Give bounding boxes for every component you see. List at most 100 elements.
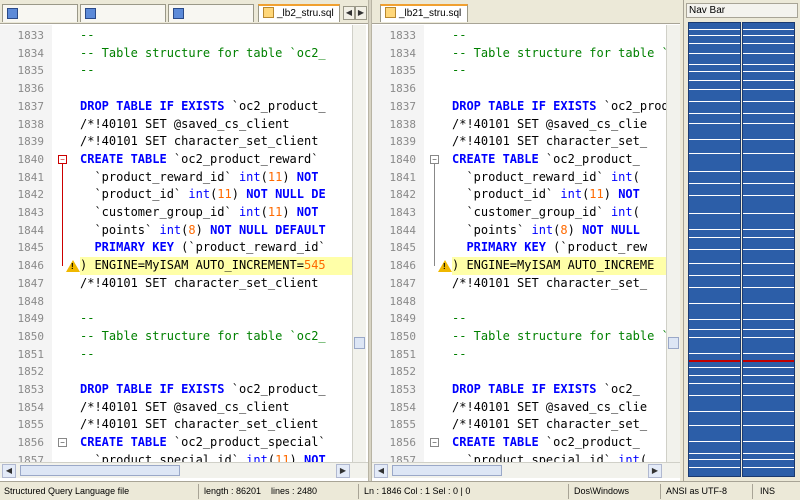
left-horizontal-scroll-thumb[interactable]: [20, 465, 180, 476]
code-line: CREATE TABLE `oc2_product_special`: [80, 434, 352, 452]
line-number: 1851: [17, 347, 45, 361]
tab-scroll-left-button[interactable]: ◀: [343, 6, 355, 20]
fold-toggle-icon[interactable]: −: [58, 154, 67, 164]
nav-diff-marker: [689, 263, 740, 264]
code-line: --: [452, 310, 666, 328]
tab-scroll-right-button[interactable]: ▶: [355, 6, 367, 20]
code-token: int: [618, 452, 640, 462]
line-number: 1849: [17, 312, 45, 326]
code-line: DROP TABLE IF EXISTS `oc2_product_: [80, 98, 352, 116]
line-number: 1854: [389, 400, 417, 414]
left-vertical-scroll-thumb[interactable]: [354, 337, 365, 349]
nav-diff-marker: [743, 303, 794, 304]
code-line: `product_reward_id` int(11) NOT: [80, 169, 352, 187]
nav-diff-marker: [743, 213, 794, 214]
nav-diff-marker: [743, 139, 794, 140]
line-number: 1836: [389, 82, 417, 96]
nav-bar-left-column[interactable]: [688, 22, 741, 477]
line-number: 1853: [17, 383, 45, 396]
line-number: 1847: [17, 276, 45, 290]
line-number: 1849: [389, 312, 417, 326]
code-token: `oc2_product_reward`: [166, 151, 319, 166]
line-number: 1844: [389, 223, 417, 237]
line-number: 1843: [389, 206, 417, 219]
code-token: --: [80, 63, 95, 78]
right-vertical-scroll-thumb[interactable]: [668, 337, 679, 349]
tab-lb21-stru[interactable]: _lb21_stru.sql: [380, 4, 468, 22]
nav-diff-marker: [689, 237, 740, 238]
nav-diff-marker: [689, 171, 740, 172]
status-divider: [752, 484, 753, 499]
document-icon: [7, 8, 18, 19]
scroll-left-button[interactable]: ◀: [2, 464, 16, 478]
tab-document-2[interactable]: [80, 4, 166, 22]
nav-diff-marker: [743, 89, 794, 90]
fold-toggle-icon[interactable]: −: [430, 438, 439, 448]
right-line-number-gutter: 1833 1834 1835 1836 1837 1838 1839 1840 1841 1842…: [372, 25, 424, 467]
code-token: ) ENGINE=MyISAM AUTO_INCREMENT=: [80, 258, 304, 273]
code-token: 8: [188, 222, 196, 237]
fold-toggle-icon[interactable]: −: [58, 438, 67, 448]
nav-diff-marker: [743, 229, 794, 230]
code-line: --: [80, 27, 352, 45]
fold-toggle-icon[interactable]: −: [430, 154, 439, 164]
code-token: int: [238, 169, 261, 184]
nav-diff-marker: [743, 249, 794, 250]
code-token: int: [531, 222, 554, 237]
tab-document-1[interactable]: [2, 4, 78, 22]
code-token: 8: [560, 222, 568, 237]
warning-icon: !: [66, 260, 80, 273]
code-token: int: [188, 187, 211, 202]
nav-diff-marker: [743, 353, 794, 354]
nav-diff-marker: [689, 89, 740, 90]
line-number: 1836: [17, 82, 45, 96]
nav-diff-marker: [743, 123, 794, 124]
right-horizontal-scroll-thumb[interactable]: [392, 465, 502, 476]
code-line: /*!40101 SET @saved_cs_clie: [452, 116, 666, 134]
code-token: --: [452, 346, 467, 361]
nav-diff-marker: [689, 441, 740, 442]
code-token: `product_reward_id`: [452, 169, 611, 184]
scroll-right-button[interactable]: ▶: [336, 464, 350, 478]
code-line: --: [80, 310, 352, 328]
line-number: 1846: [389, 259, 417, 273]
code-line: -- Table structure for table `oc2: [452, 328, 666, 346]
left-horizontal-scrollbar[interactable]: ◀ ▶: [0, 462, 368, 478]
code-line: `customer_group_id` int(: [452, 204, 666, 222]
tab-document-3[interactable]: [168, 4, 254, 22]
line-number: 1851: [389, 347, 417, 361]
right-code-area[interactable]: -- -- Table structure for table `oc2 -- DRO…: [452, 25, 666, 462]
status-divider: [660, 484, 661, 499]
nav-bar-right-column[interactable]: [742, 22, 795, 477]
code-token: `points`: [80, 222, 160, 237]
code-line: CREATE TABLE `oc2_product_: [452, 151, 666, 169]
nav-diff-marker: [743, 367, 794, 368]
left-code-area[interactable]: -- -- Table structure for table `oc2_ -- DR…: [80, 25, 352, 462]
nav-diff-marker: [743, 411, 794, 412]
left-vertical-scrollbar[interactable]: [352, 25, 366, 462]
left-line-number-gutter: 1833 1834 1835 1836 1837 1838 1839 1840 1841 1842…: [0, 25, 52, 467]
code-token: int: [610, 205, 633, 219]
line-number: 1852: [389, 365, 417, 379]
code-line: DROP TABLE IF EXISTS `oc2_: [452, 381, 666, 399]
right-editor-pane: _lb21_stru.sql 1833 1834 1835 1836 1837 1838 1…: [372, 0, 680, 481]
right-vertical-scrollbar[interactable]: [666, 25, 680, 462]
code-token: CREATE TABLE: [452, 435, 539, 450]
nav-diff-marker: [689, 229, 740, 230]
line-number: 1835: [17, 64, 45, 78]
line-number: 1855: [389, 418, 417, 432]
line-number: 1856: [17, 436, 45, 450]
line-number: 1847: [389, 276, 417, 290]
code-line: --: [452, 62, 666, 80]
code-line: /*!40101 SET character_set_: [452, 275, 666, 293]
right-horizontal-scrollbar[interactable]: ◀ ▶: [372, 462, 680, 478]
tab-lb2-stru[interactable]: _lb2_stru.sql: [258, 4, 340, 22]
scroll-right-button[interactable]: ▶: [648, 464, 662, 478]
nav-diff-marker: [743, 319, 794, 320]
scroll-left-button[interactable]: ◀: [374, 464, 388, 478]
line-number: 1852: [17, 365, 45, 379]
